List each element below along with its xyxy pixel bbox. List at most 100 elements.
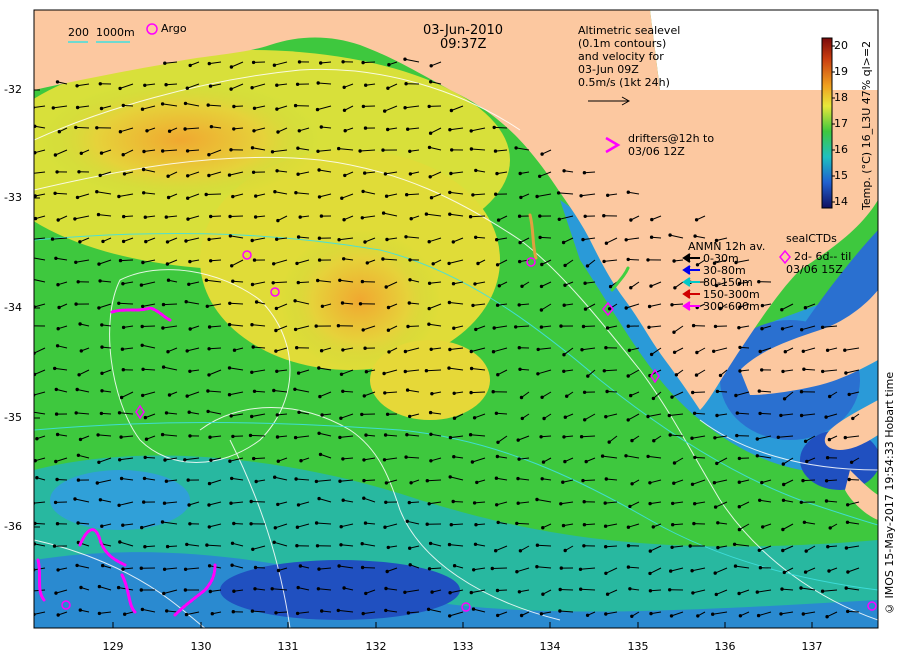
velocity-arrow-head [538,174,542,179]
velocity-arrow-head [56,283,60,287]
velocity-arrow-head [122,214,126,219]
velocity-arrow-head [339,543,343,547]
velocity-arrow [206,193,222,195]
velocity-arrow-head [691,323,696,328]
velocity-arrow-head [210,612,215,616]
velocity-arrow-head [207,564,212,568]
velocity-arrow-head [518,367,522,371]
velocity-arrow-head [581,237,585,242]
velocity-arrow-head [405,433,409,437]
velocity-arrow-head [782,570,786,575]
velocity-arrow-head [628,504,632,509]
velocity-arrow-head [648,549,652,553]
velocity-arrow-head [54,387,58,392]
velocity-arrow-head [520,416,524,421]
velocity-arrow-head [405,193,409,197]
velocity-arrow-head [779,413,783,418]
velocity-arrow-head [474,327,478,332]
velocity-arrow-head [75,563,79,568]
velocity-arrow-head [669,614,674,618]
velocity-arrow [494,126,508,129]
velocity-arrow-head [207,153,211,157]
scale-label-1000m: 1000m [96,26,135,39]
velocity-arrow-head [386,328,391,332]
velocity-arrow-head [360,279,365,284]
x-tick-label: 137 [801,640,823,653]
velocity-arrow-head [780,327,785,331]
velocity-arrow-head [403,349,408,354]
velocity-arrow-head [207,325,212,329]
velocity-arrow-head [209,259,213,263]
velocity-arrow-head [668,588,672,592]
velocity-arrow-head [804,549,808,553]
velocity-arrow-head [164,215,169,219]
velocity-arrow-head [429,459,433,463]
velocity-arrow-head [231,279,235,283]
velocity-arrow-head [160,520,165,524]
velocity-arrow-head [337,564,341,568]
velocity-arrow-head [183,567,188,571]
velocity-arrow-head [475,480,479,485]
velocity-arrow-head [54,591,58,595]
velocity-arrow-head [116,585,121,590]
velocity-arrow-head [227,322,232,327]
velocity-arrow-head [714,592,718,597]
altimetry-line: Altimetric sealevel [578,24,681,37]
velocity-arrow-head [363,126,368,130]
velocity-arrow-head [448,212,452,216]
velocity-arrow-head [496,520,500,525]
velocity-arrow-head [672,481,676,485]
velocity-arrow-head [50,237,55,241]
velocity-arrow-head [605,389,609,394]
velocity-arrow-head [297,129,301,133]
velocity-arrow-head [141,304,145,309]
velocity-arrow-head [117,301,121,305]
velocity-arrow-head [403,57,407,61]
velocity-arrow-head [844,586,848,590]
velocity-arrow-head [296,172,300,176]
x-tick-label: 132 [365,640,387,653]
velocity-arrow-head [295,82,300,87]
velocity-arrow-head [254,194,258,198]
velocity-arrow-head [447,300,452,305]
velocity-arrow-head [604,346,608,350]
velocity-arrow-head [342,586,346,590]
velocity-arrow-head [207,373,211,377]
velocity-arrow-head [337,238,341,242]
velocity-arrow-head [516,438,520,442]
velocity-arrow-head [606,193,610,198]
velocity-arrow-head [342,85,346,90]
velocity-arrow-head [209,125,214,129]
velocity-arrow-head [626,324,630,328]
velocity-arrow-head [670,545,674,549]
velocity-arrow-head [118,458,122,462]
x-tick-label: 129 [102,640,124,653]
velocity-arrow-head [295,544,299,548]
velocity-arrow-head [405,388,410,392]
velocity-arrow [163,303,178,306]
velocity-arrow-head [539,612,544,616]
velocity-arrow-head [624,238,628,242]
velocity-arrow-head [140,525,144,530]
anmn-legend-items: 0-30m 30-80m 80-150m 150-300m 300-600m [703,252,760,313]
velocity-arrow-head [604,241,609,245]
velocity-arrow-head [57,130,61,134]
velocity-arrow-head [167,129,172,133]
velocity-arrow-head [535,565,539,569]
velocity-arrow-head [427,567,432,571]
velocity-arrow-head [425,479,429,483]
velocity-arrow-head [188,434,192,438]
velocity-arrow-head [383,525,387,529]
velocity-arrow-head [776,435,780,439]
velocity-arrow-head [164,479,169,483]
velocity-arrow-head [338,479,342,483]
velocity-arrow-head [295,261,299,266]
velocity-arrow-head [670,303,674,307]
altimetry-line: 03-Jun 09Z [578,63,639,76]
velocity-arrow-head [758,566,763,570]
velocity-arrow-head [538,235,542,240]
velocity-arrow-head [95,481,100,485]
velocity-arrow-head [52,544,57,548]
velocity-arrow-head [187,503,191,507]
velocity-arrow-head [516,476,520,481]
